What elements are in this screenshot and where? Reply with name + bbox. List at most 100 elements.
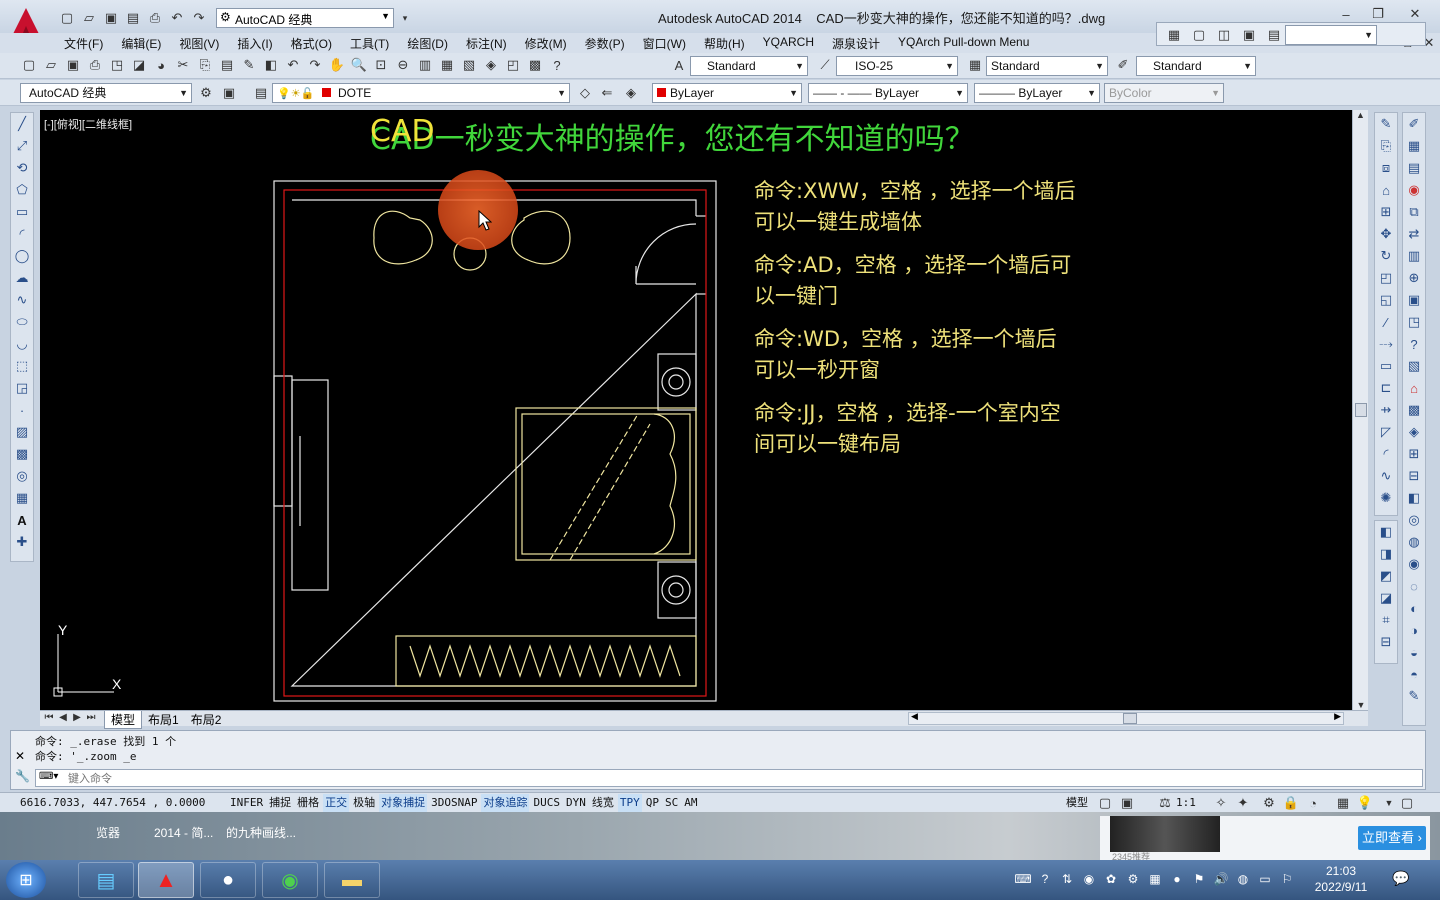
prev-tab-arrow[interactable]: ◀	[56, 712, 70, 723]
layer-iso-icon[interactable]: ◈	[621, 83, 641, 103]
desktop-label-2[interactable]: 2014 - 简...	[154, 824, 213, 841]
publish-icon[interactable]: ◪	[129, 55, 149, 75]
hscroll-thumb[interactable]	[1123, 713, 1137, 724]
help-icon[interactable]: ?	[547, 55, 567, 75]
taskbar-autocad[interactable]: ▲	[138, 862, 194, 898]
yq-tool-icon-23[interactable]: ◐	[1403, 597, 1425, 619]
bulb-icon[interactable]: 💡	[1355, 793, 1375, 813]
layout-icon-3[interactable]: ◫	[1214, 25, 1234, 45]
auto-scale-icon[interactable]: ✦	[1233, 793, 1253, 813]
status-toggle-2[interactable]: 栅格	[295, 794, 321, 812]
ellipse-arc-icon[interactable]: ◡	[11, 333, 33, 355]
status-toggle-6[interactable]: 3DOSNAP	[429, 794, 479, 812]
yq-tool-icon-22[interactable]: ◌	[1403, 575, 1425, 597]
status-menu-icon[interactable]: ▼	[1379, 793, 1399, 813]
gear-tray-icon[interactable]: ⚙	[1124, 870, 1142, 888]
clock[interactable]: 21:03 2022/9/11	[1304, 863, 1378, 895]
paste-icon[interactable]: ▤	[217, 55, 237, 75]
yq-tool-icon-17[interactable]: ⊟	[1403, 465, 1425, 487]
array-icon[interactable]: ⊞	[1375, 201, 1397, 223]
command-input[interactable]	[68, 770, 1408, 786]
trim-icon[interactable]: ⁄	[1375, 311, 1397, 333]
menu-item-13[interactable]: 源泉设计	[832, 35, 880, 52]
notification-flag-icon[interactable]: ⚐	[1278, 870, 1296, 888]
menu-item-5[interactable]: 工具(T)	[350, 35, 389, 52]
flower-icon[interactable]: ✿	[1102, 870, 1120, 888]
text-style-combo[interactable]: Standard ▼	[690, 56, 808, 76]
annotation-visibility-icon[interactable]: ✧	[1211, 793, 1231, 813]
menu-item-11[interactable]: 帮助(H)	[704, 35, 745, 52]
first-tab-arrow[interactable]: ⏮	[42, 712, 56, 723]
yq-tool-icon-16[interactable]: ⊞	[1403, 443, 1425, 465]
mirror-icon[interactable]: ⧈	[1375, 157, 1397, 179]
layout-icon-5[interactable]: ▤	[1264, 25, 1284, 45]
clean-screen-icon[interactable]: ▢	[1397, 793, 1417, 813]
redo-icon[interactable]: ↷	[189, 8, 209, 28]
yq-tool-icon-1[interactable]: ✐	[1403, 113, 1425, 135]
annotation-scale[interactable]: 1:1	[1174, 794, 1198, 812]
flag-icon[interactable]: ⚑	[1190, 870, 1208, 888]
save-as-icon[interactable]: ▤	[123, 8, 143, 28]
break-icon[interactable]: ⊏	[1375, 377, 1397, 399]
hardware-accel-icon[interactable]: ◔	[1303, 793, 1323, 813]
zoom-window-icon[interactable]: ⊡	[371, 55, 391, 75]
desktop-label-1[interactable]: 览器	[96, 824, 120, 841]
next-tab-arrow[interactable]: ▶	[70, 712, 84, 723]
status-toggle-0[interactable]: INFER	[228, 794, 265, 812]
snap-tool-icon-3[interactable]: ◩	[1375, 565, 1397, 587]
command-settings-icon[interactable]: 🔧	[15, 769, 30, 783]
menu-item-7[interactable]: 标注(N)	[466, 35, 507, 52]
layout-icon-1[interactable]: ▦	[1164, 25, 1184, 45]
mleader-style-combo[interactable]: Standard ▼	[1136, 56, 1256, 76]
yq-tool-icon-4[interactable]: ◉	[1403, 179, 1425, 201]
menu-item-4[interactable]: 格式(O)	[291, 35, 332, 52]
desktop-label-3[interactable]: 的九种画线...	[226, 824, 296, 841]
cut-icon[interactable]: ✂	[173, 55, 193, 75]
make-current-layer-icon[interactable]: ◇	[575, 83, 595, 103]
zoom-realtime-icon[interactable]: 🔍	[349, 55, 369, 75]
arc-icon[interactable]: ◜	[11, 223, 33, 245]
menu-item-8[interactable]: 修改(M)	[525, 35, 567, 52]
revcloud-icon[interactable]: ☁	[11, 267, 33, 289]
polyline-icon[interactable]: ⟲	[11, 157, 33, 179]
viewport-label[interactable]: [-][俯视][二维线框]	[44, 116, 132, 132]
quickcalc-icon[interactable]: ▩	[525, 55, 545, 75]
menu-item-3[interactable]: 插入(I)	[237, 35, 272, 52]
maximize-icon[interactable]: ❐	[1363, 4, 1393, 24]
hscroll-right-arrow[interactable]: ▶	[1334, 711, 1341, 722]
close-icon[interactable]: ✕	[1395, 4, 1435, 24]
rectangle-icon[interactable]: ▭	[11, 201, 33, 223]
tab-model[interactable]: 模型	[104, 711, 143, 729]
model-space-button[interactable]: 模型	[1064, 794, 1090, 812]
volume-icon[interactable]: 🔊	[1212, 870, 1230, 888]
workspace-settings-icon[interactable]: ⚙	[196, 83, 216, 103]
erase-icon[interactable]: ✎	[1375, 113, 1397, 135]
tool-palettes-icon[interactable]: ▧	[459, 55, 479, 75]
app-tray-icon[interactable]: ▦	[1146, 870, 1164, 888]
scale-icon[interactable]: ◰	[1375, 267, 1397, 289]
yq-tool-icon-19[interactable]: ◎	[1403, 509, 1425, 531]
sync-icon[interactable]: ⇅	[1058, 870, 1076, 888]
menu-item-2[interactable]: 视图(V)	[179, 35, 219, 52]
pan-icon[interactable]: ✋	[327, 55, 347, 75]
copy-object-icon[interactable]: ⎘	[1375, 135, 1397, 157]
region-icon[interactable]: ◎	[11, 465, 33, 487]
block-editor-icon[interactable]: ◧	[261, 55, 281, 75]
yq-tool-icon-24[interactable]: ◑	[1403, 619, 1425, 641]
status-toggle-12[interactable]: QP	[644, 794, 661, 812]
yq-tool-icon-15[interactable]: ◈	[1403, 421, 1425, 443]
rotate-icon[interactable]: ↻	[1375, 245, 1397, 267]
status-toggle-8[interactable]: DUCS	[531, 794, 562, 812]
redo-icon-2[interactable]: ↷	[305, 55, 325, 75]
new-file-icon[interactable]: ▢	[57, 8, 77, 28]
taskbar-wechat[interactable]: ◉	[262, 862, 318, 898]
dim-style-combo[interactable]: ISO-25 ▼	[836, 56, 958, 76]
open-file-icon[interactable]: ▱	[79, 8, 99, 28]
point-icon[interactable]: ·	[11, 399, 33, 421]
markup-icon[interactable]: ◰	[503, 55, 523, 75]
command-prompt-icon[interactable]: ⌨▾	[39, 771, 58, 782]
lock-icon[interactable]: 🔒	[1281, 793, 1301, 813]
polygon-icon[interactable]: ⬠	[11, 179, 33, 201]
match-props-icon[interactable]: ✎	[239, 55, 259, 75]
menu-item-6[interactable]: 绘图(D)	[407, 35, 448, 52]
